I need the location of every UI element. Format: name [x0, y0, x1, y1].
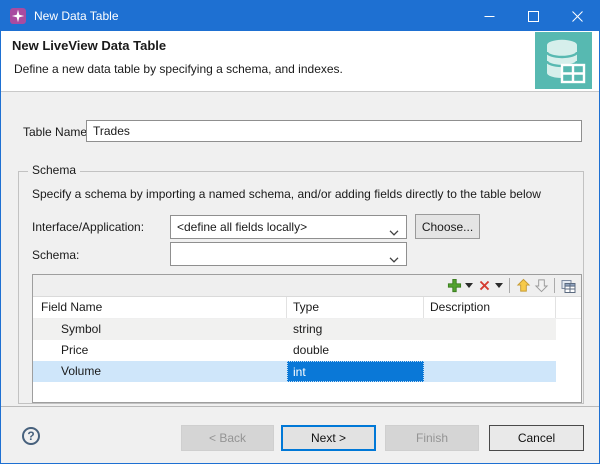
wizard-header: New LiveView Data Table Define a new dat… [1, 31, 599, 92]
fields-toolbar [33, 275, 581, 297]
move-field-up-button[interactable] [514, 276, 532, 296]
footer-separator [1, 406, 599, 407]
column-header-description[interactable]: Description [424, 297, 556, 318]
dropdown-arrow-icon [495, 283, 503, 288]
window-title: New Data Table [34, 9, 119, 23]
move-field-down-button[interactable] [532, 276, 550, 296]
next-button[interactable]: Next > [281, 425, 376, 451]
add-field-button[interactable] [445, 276, 463, 296]
schema-select[interactable] [170, 242, 407, 266]
toolbar-separator [554, 278, 555, 293]
field-type-cell-selected[interactable]: int [287, 361, 424, 382]
schema-instruction: Specify a schema by importing a named sc… [32, 187, 541, 201]
copy-schema-button[interactable] [559, 276, 577, 296]
close-button[interactable] [555, 1, 599, 31]
arrow-down-icon [534, 278, 549, 293]
wizard-title: New LiveView Data Table [12, 38, 166, 53]
remove-field-button[interactable] [475, 276, 493, 296]
fields-table-container: Field Name Type Description Symbol strin… [32, 274, 582, 403]
chevron-down-icon [389, 252, 399, 266]
minimize-button[interactable] [467, 1, 511, 31]
new-data-table-dialog: New Data Table New LiveView Data Table D… [0, 0, 600, 464]
app-icon [10, 8, 26, 24]
field-description-cell[interactable] [424, 319, 556, 340]
fields-table-header: Field Name Type Description [33, 297, 581, 319]
interface-application-select[interactable]: <define all fields locally> [170, 215, 407, 239]
close-icon [572, 11, 583, 22]
database-table-icon [535, 32, 592, 89]
wizard-subtitle: Define a new data table by specifying a … [14, 62, 343, 76]
finish-button: Finish [385, 425, 479, 451]
field-name-cell[interactable]: Volume [33, 361, 287, 382]
table-row-price[interactable]: Price double [33, 340, 556, 361]
maximize-icon [528, 11, 539, 22]
arrow-up-icon [516, 278, 531, 293]
table-name-input[interactable] [86, 120, 582, 142]
maximize-button[interactable] [511, 1, 555, 31]
cancel-button[interactable]: Cancel [489, 425, 584, 451]
schema-label: Schema: [32, 248, 79, 262]
remove-field-menu-button[interactable] [493, 276, 505, 296]
column-header-field-name[interactable]: Field Name [33, 297, 287, 318]
help-button[interactable]: ? [22, 427, 40, 445]
choose-button[interactable]: Choose... [415, 214, 480, 239]
chevron-down-icon [389, 225, 399, 239]
field-description-cell[interactable] [424, 340, 556, 361]
field-name-cell[interactable]: Price [33, 340, 287, 361]
delete-x-icon [477, 278, 492, 293]
table-row-volume[interactable]: Volume int [33, 361, 556, 382]
copy-table-icon [560, 278, 576, 294]
field-description-cell[interactable] [424, 361, 556, 382]
interface-application-value: <define all fields locally> [177, 220, 307, 234]
schema-group: Schema Specify a schema by importing a n… [18, 171, 584, 404]
table-row-symbol[interactable]: Symbol string [33, 319, 556, 340]
toolbar-separator [509, 278, 510, 293]
column-header-type[interactable]: Type [287, 297, 424, 318]
titlebar[interactable]: New Data Table [1, 1, 599, 31]
table-name-label: Table Name: [23, 125, 90, 139]
window-controls [467, 1, 599, 31]
back-button: < Back [181, 425, 274, 451]
schema-group-label: Schema [28, 163, 80, 177]
field-type-cell[interactable]: string [287, 319, 424, 340]
plus-icon [447, 278, 462, 293]
minimize-icon [484, 11, 495, 22]
interface-application-label: Interface/Application: [32, 220, 144, 234]
add-field-menu-button[interactable] [463, 276, 475, 296]
field-name-cell[interactable]: Symbol [33, 319, 287, 340]
dropdown-arrow-icon [465, 283, 473, 288]
field-type-cell[interactable]: double [287, 340, 424, 361]
